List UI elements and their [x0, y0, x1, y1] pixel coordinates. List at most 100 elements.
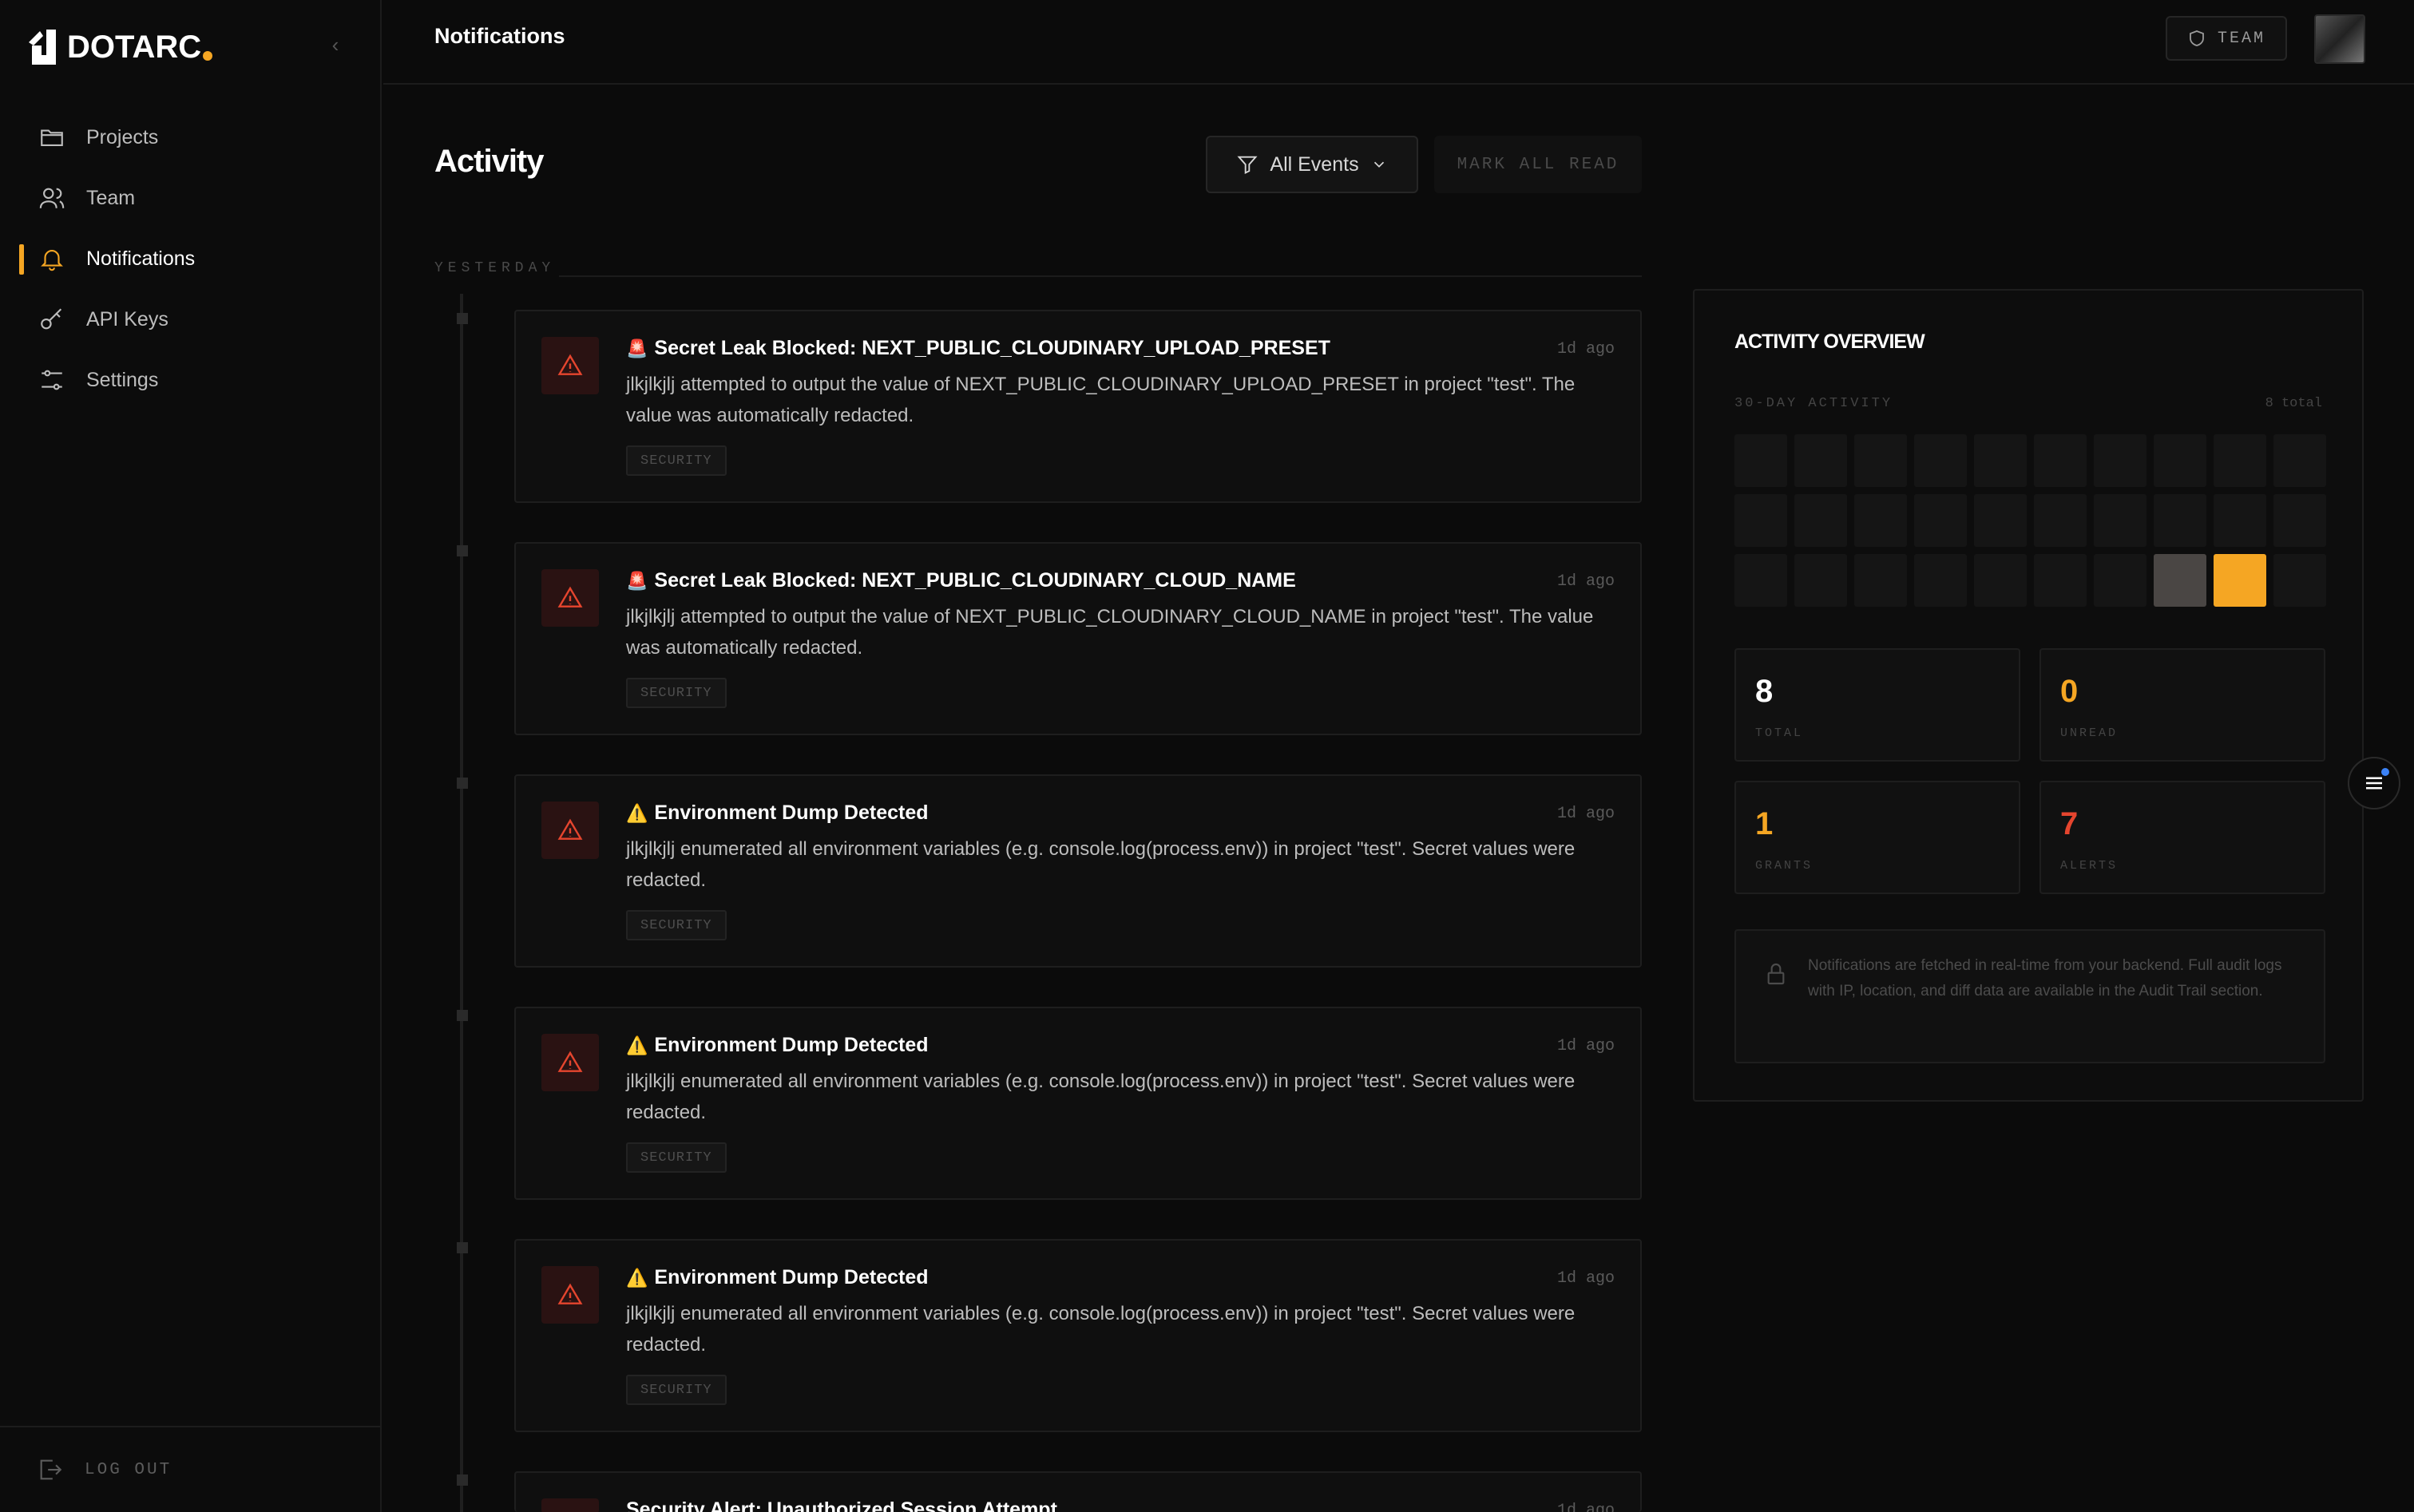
lock-icon — [1767, 964, 1785, 985]
notification-description: jlkjlkjlj enumerated all environment var… — [626, 1071, 1576, 1123]
notification-title: ⚠️ Environment Dump Detected — [626, 1266, 929, 1289]
heatmap-cell — [1794, 434, 1847, 487]
team-button-label: TEAM — [2217, 29, 2265, 48]
notification-description: jlkjlkjlj enumerated all environment var… — [626, 1303, 1576, 1356]
overview-title: ACTIVITY OVERVIEW — [1734, 331, 1925, 353]
avatar[interactable] — [2314, 14, 2365, 64]
notification-card[interactable]: Security Alert: Unauthorized Session Att… — [457, 1471, 1642, 1512]
notification-card[interactable]: ⚠️ Environment Dump Detected 1d ago jlkj… — [457, 1007, 1642, 1200]
warning-emoji-icon: ⚠️ — [626, 1035, 648, 1055]
notification-title: 🚨 Secret Leak Blocked: NEXT_PUBLIC_CLOUD… — [626, 569, 1296, 592]
alert-icon-box — [541, 569, 599, 627]
notification-title: 🚨 Secret Leak Blocked: NEXT_PUBLIC_CLOUD… — [626, 337, 1330, 360]
sidebar-item-label: Notifications — [86, 247, 196, 270]
heatmap-cell — [1734, 494, 1787, 547]
alert-icon-box — [541, 1498, 599, 1512]
sliders-icon — [42, 370, 62, 390]
alert-icon-box — [541, 1034, 599, 1091]
sidebar-item-settings[interactable]: Settings — [19, 350, 363, 410]
heatmap-cell — [1974, 554, 2027, 607]
warning-emoji-icon: ⚠️ — [626, 802, 648, 823]
notification-title: Security Alert: Unauthorized Session Att… — [626, 1498, 1057, 1512]
collapse-sidebar-chevron-icon[interactable]: ‹ — [323, 32, 348, 57]
heatmap-cell — [1854, 494, 1907, 547]
folder-icon — [41, 129, 63, 146]
mark-all-read-button[interactable]: MARK ALL READ — [1434, 136, 1642, 193]
heatmap-cell — [2273, 554, 2326, 607]
sidebar-item-projects[interactable]: Projects — [19, 107, 363, 168]
heatmap-cell — [1914, 434, 1967, 487]
logout-button[interactable]: LOG OUT — [0, 1426, 382, 1512]
heatmap-cell — [1794, 554, 1847, 607]
warning-triangle-icon — [557, 586, 583, 608]
siren-emoji-icon: 🚨 — [626, 570, 648, 591]
users-icon — [39, 188, 65, 208]
chevron-down-icon — [1373, 161, 1384, 168]
notification-title: ⚠️ Environment Dump Detected — [626, 1034, 929, 1057]
menu-fab-button[interactable] — [2348, 757, 2400, 809]
notification-card[interactable]: ⚠️ Environment Dump Detected 1d ago jlkj… — [457, 774, 1642, 968]
notification-tag: SECURITY — [626, 1375, 727, 1405]
heatmap-cell — [2214, 554, 2266, 607]
heatmap-cell — [2094, 494, 2146, 547]
page-title: Activity — [434, 144, 544, 179]
heatmap-cell — [1734, 434, 1787, 487]
notification-time: 1d ago — [1556, 1037, 1615, 1055]
notification-title: ⚠️ Environment Dump Detected — [626, 802, 929, 825]
heatmap-cell — [2034, 494, 2087, 547]
stat-card-grants: 1 GRANTS — [1734, 781, 2020, 894]
heatmap-cell — [2154, 494, 2206, 547]
team-button[interactable]: TEAM — [2166, 16, 2287, 61]
heatmap-cell — [2034, 434, 2087, 487]
stat-value: 7 — [2060, 806, 2079, 841]
event-filter-dropdown[interactable]: All Events — [1206, 136, 1418, 193]
sidebar-nav: Projects Team Notifications API Keys Set… — [19, 107, 363, 410]
heatmap-cell — [1974, 494, 2027, 547]
stat-card-alerts: 7 ALERTS — [2039, 781, 2325, 894]
heatmap-cell — [1734, 554, 1787, 607]
notification-card[interactable]: 🚨 Secret Leak Blocked: NEXT_PUBLIC_CLOUD… — [457, 310, 1642, 503]
timeline-dot — [457, 778, 468, 789]
alert-icon-box — [541, 1266, 599, 1324]
shield-icon — [2190, 30, 2204, 46]
warning-triangle-icon — [557, 1051, 583, 1072]
logo[interactable]: DOTARC — [29, 27, 213, 67]
notification-card[interactable]: 🚨 Secret Leak Blocked: NEXT_PUBLIC_CLOUD… — [457, 542, 1642, 735]
stat-value: 0 — [2060, 674, 2079, 709]
sidebar-item-api-keys[interactable]: API Keys — [19, 289, 363, 350]
sidebar-item-team[interactable]: Team — [19, 168, 363, 228]
timeline-dot — [457, 545, 468, 556]
notification-description: jlkjlkjlj attempted to output the value … — [626, 374, 1576, 426]
notification-tag: SECURITY — [626, 1142, 727, 1173]
notification-title-text: Environment Dump Detected — [654, 1266, 929, 1288]
stat-card-total: 8 TOTAL — [1734, 648, 2020, 762]
heatmap-cell — [1794, 494, 1847, 547]
stat-label: UNREAD — [2060, 726, 2119, 740]
notification-time: 1d ago — [1556, 572, 1615, 591]
heatmap-cell — [1854, 434, 1907, 487]
bell-icon — [41, 250, 63, 271]
sidebar-item-notifications[interactable]: Notifications — [19, 228, 363, 289]
heatmap-cell — [2094, 554, 2146, 607]
stat-label: ALERTS — [2060, 859, 2119, 873]
notification-time: 1d ago — [1556, 340, 1615, 358]
info-notice: Notifications are fetched in real-time f… — [1734, 929, 2325, 1063]
notification-card[interactable]: ⚠️ Environment Dump Detected 1d ago jlkj… — [457, 1239, 1642, 1432]
notification-time: 1d ago — [1556, 1502, 1615, 1512]
warning-emoji-icon: ⚠️ — [626, 1267, 648, 1288]
sidebar-item-label: Team — [86, 186, 136, 209]
filter-label: All Events — [1270, 152, 1359, 176]
info-text: Notifications are fetched in real-time f… — [1808, 957, 2282, 999]
heatmap-cell — [1854, 554, 1907, 607]
notification-title-text: Environment Dump Detected — [654, 802, 929, 824]
warning-triangle-icon — [557, 354, 583, 375]
key-icon — [41, 308, 62, 330]
stat-label: GRANTS — [1755, 859, 1813, 873]
group-divider — [559, 275, 1642, 277]
heatmap-cell — [2214, 494, 2266, 547]
siren-emoji-icon: 🚨 — [626, 338, 648, 358]
group-label: YESTERDAY — [434, 260, 556, 276]
heatmap-cell — [2273, 494, 2326, 547]
alert-icon-box — [541, 337, 599, 394]
heatmap-cell — [1974, 434, 2027, 487]
